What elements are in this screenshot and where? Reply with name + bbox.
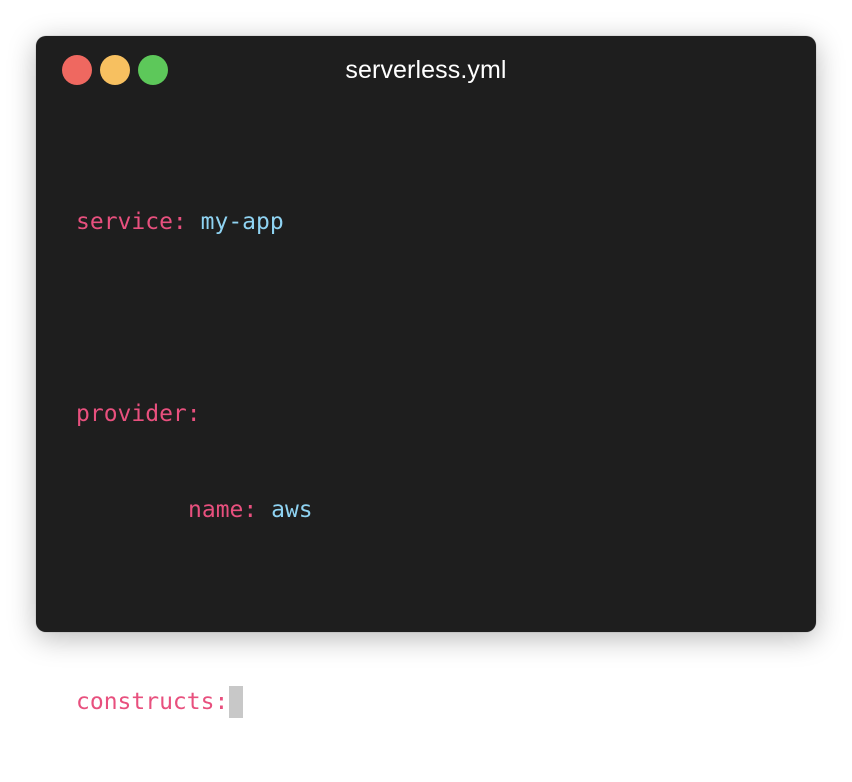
yaml-key-name: name: xyxy=(188,497,258,523)
editor-window: serverless.yml service: my-app provider:… xyxy=(36,36,816,718)
yaml-key-provider: provider: xyxy=(76,401,201,427)
code-line-provider: provider: xyxy=(76,398,313,430)
yaml-key-service: service: xyxy=(76,209,187,235)
title-bar: serverless.yml xyxy=(36,36,816,104)
code-line-provider-name: name: aws xyxy=(76,494,313,526)
yaml-key-constructs: constructs: xyxy=(76,689,229,715)
yaml-value-service: my-app xyxy=(200,209,284,235)
code-editor[interactable]: service: my-app provider: name: aws cons… xyxy=(76,142,313,782)
code-line-service: service: my-app xyxy=(76,206,313,238)
code-line-constructs: constructs: xyxy=(76,686,313,718)
text-cursor xyxy=(229,686,244,718)
yaml-value-name: aws xyxy=(271,497,313,523)
window-title: serverless.yml xyxy=(345,56,507,84)
